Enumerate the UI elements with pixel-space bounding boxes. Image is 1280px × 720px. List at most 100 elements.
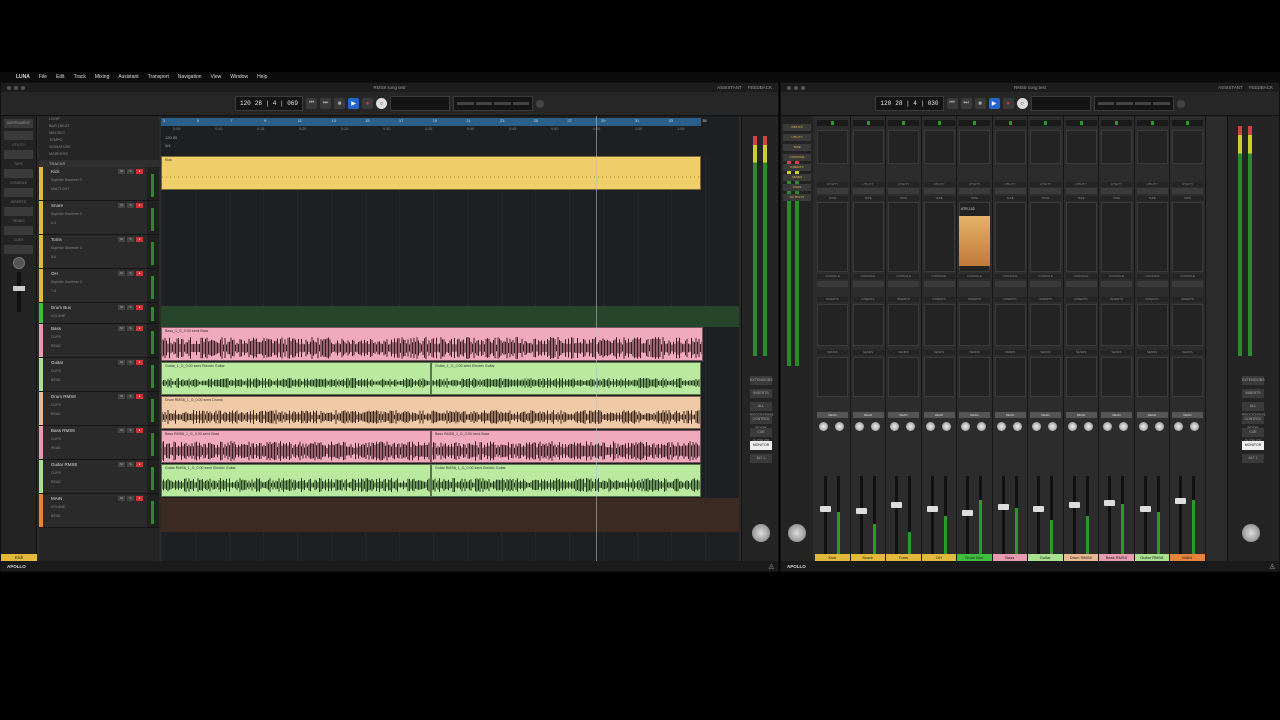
sends-slot[interactable] [923, 357, 955, 397]
mute-button[interactable]: M [118, 169, 125, 174]
pan-knob-left[interactable] [996, 422, 1006, 431]
sends-slot[interactable] [1065, 357, 1097, 397]
rewind-button[interactable]: ⏮ [306, 98, 318, 109]
master-option-button[interactable]: CUE OUTPUTS [1242, 428, 1264, 443]
track-input[interactable]: MULTI-OUT [51, 187, 69, 191]
fader-cap[interactable] [926, 506, 938, 512]
volume-fader[interactable] [855, 476, 867, 556]
solo-button[interactable]: S [127, 496, 134, 501]
inspector-sends-slot[interactable] [4, 226, 33, 235]
tempo-value[interactable]: 120 [880, 100, 891, 107]
mixer-section-toggle[interactable]: INSERTS [783, 164, 811, 171]
pan-knob-left[interactable] [925, 422, 935, 431]
tracks-section-header[interactable]: TRACKS [39, 160, 159, 167]
inserts-slot[interactable] [1101, 304, 1132, 346]
help-icon[interactable] [1176, 99, 1185, 108]
utility-slot[interactable] [923, 188, 955, 194]
solo-button[interactable]: S [127, 305, 134, 310]
track-input[interactable]: READ [51, 378, 60, 382]
mute-button[interactable]: M [118, 394, 125, 399]
track-input[interactable]: READ [51, 412, 60, 416]
tempo-position-display[interactable]: 120 28 | 4 | 069 [234, 96, 304, 111]
track-output[interactable]: CLIPS [51, 335, 61, 339]
inserts-slot[interactable] [959, 304, 990, 346]
tape-slot[interactable] [888, 202, 919, 272]
automation-mode-button[interactable]: READ [817, 412, 848, 418]
inspector-tape-slot[interactable] [4, 169, 33, 178]
tape-slot[interactable] [852, 202, 884, 272]
instrument-slot[interactable] [1030, 130, 1061, 164]
utility-slot[interactable] [852, 188, 884, 194]
min-sec-ruler[interactable]: 0:05 0:10 0:15 0:20 0:25 0:30 0:35 0:40 0:45 0:50… [161, 127, 739, 135]
menu-track[interactable]: Track [74, 74, 86, 80]
master-option-button[interactable]: INSERTS [1242, 389, 1264, 398]
track-name[interactable]: Kick [51, 169, 60, 174]
forward-button[interactable]: ⏭ [960, 98, 972, 109]
apollo-device-label[interactable]: APOLLO [7, 564, 26, 569]
tape-plugin-thumbnail[interactable]: ATR-102 [959, 207, 990, 266]
track-header[interactable]: MAIN M S ● VOLUME READ [39, 494, 159, 528]
console-slot[interactable] [1136, 281, 1168, 287]
menu-mixing[interactable]: Mixing [95, 74, 109, 80]
master-volume-knob[interactable] [1242, 524, 1260, 542]
record-arm-button[interactable]: ● [136, 496, 143, 501]
master-option-button[interactable]: INSERTS [750, 389, 772, 398]
instrument-slot[interactable] [852, 130, 884, 164]
main-lane[interactable] [161, 498, 739, 532]
track-header[interactable]: Guitar M S ● CLIPS READ [39, 358, 159, 392]
utility-slot[interactable] [888, 188, 919, 194]
volume-fader[interactable] [1033, 476, 1044, 556]
inserts-slot[interactable] [1030, 304, 1061, 346]
assistant-link[interactable]: ASSISTANT [1218, 85, 1243, 90]
fader-cap[interactable] [1175, 498, 1186, 504]
master-option-button[interactable]: ALL PROCESSING [1242, 402, 1265, 417]
volume-fader[interactable] [891, 476, 902, 556]
mute-button[interactable]: M [118, 326, 125, 331]
instrument-slot[interactable] [817, 130, 848, 164]
pan-knob-right[interactable] [1012, 422, 1022, 431]
inserts-slot[interactable] [817, 304, 848, 346]
zoom-window-icon[interactable] [21, 85, 25, 90]
stop-button[interactable]: ■ [974, 98, 986, 109]
utility-slot[interactable] [994, 188, 1026, 194]
record-arm-button[interactable]: ● [136, 305, 143, 310]
pan-knob-right[interactable] [977, 422, 986, 431]
tape-slot[interactable] [1136, 202, 1168, 272]
console-slot[interactable] [1030, 281, 1061, 287]
mixer-section-toggle[interactable]: TAPE [783, 144, 811, 151]
instrument-slot[interactable] [1136, 130, 1168, 164]
master-option-button[interactable]: CONTROL ROOM [750, 415, 772, 430]
apollo-device-label[interactable]: APOLLO [787, 564, 806, 569]
audio-clip-kick[interactable]: Kick [161, 156, 701, 190]
inspector-instrument-slot[interactable] [4, 131, 33, 140]
track-input[interactable]: READ [51, 514, 60, 518]
automation-mode-button[interactable]: READ [1136, 412, 1168, 418]
inspector-console-slot[interactable] [4, 188, 33, 197]
volume-fader[interactable] [1068, 476, 1080, 556]
fader-cap[interactable] [891, 502, 902, 508]
instrument-slot[interactable] [959, 130, 990, 164]
utility-slot[interactable] [1030, 188, 1061, 194]
automation-mode-button[interactable]: READ [923, 412, 955, 418]
position-value[interactable]: 28 | 4 | 030 [895, 100, 938, 107]
record-arm-button[interactable]: ● [136, 271, 143, 276]
mute-button[interactable]: M [118, 305, 125, 310]
console-slot[interactable] [817, 281, 848, 287]
master-option-button[interactable]: ALT 1 [750, 454, 772, 463]
tempo-lane-value[interactable]: 120.00 [165, 135, 177, 140]
track-name[interactable]: Guitar [51, 360, 63, 365]
pan-knob-right[interactable] [1048, 422, 1057, 431]
solo-button[interactable]: S [127, 428, 134, 433]
utility-slot[interactable] [1065, 188, 1097, 194]
pan-knob-right[interactable] [835, 422, 844, 431]
instrument-slot[interactable] [1101, 130, 1132, 164]
tape-slot[interactable] [817, 202, 848, 272]
inspector-instrument-tab[interactable]: INSTRUMENT [4, 119, 33, 128]
master-option-button[interactable]: CUE OUTPUTS [750, 428, 772, 443]
console-slot[interactable] [923, 281, 955, 287]
volume-fader[interactable] [962, 476, 973, 556]
track-input[interactable]: 5-6 [51, 255, 56, 259]
sends-slot[interactable] [852, 357, 884, 397]
mute-button[interactable]: M [118, 496, 125, 501]
track-header[interactable]: Guitar RMS8 M S ● CLIPS READ [39, 460, 159, 494]
